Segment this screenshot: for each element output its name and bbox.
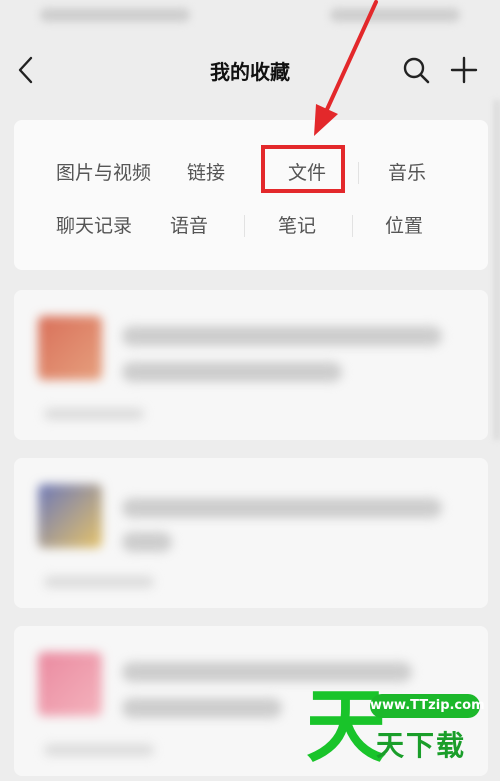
category-links[interactable]: 链接 xyxy=(187,160,225,186)
item-thumbnail xyxy=(38,484,102,548)
category-chat-history[interactable]: 聊天记录 xyxy=(56,213,132,239)
status-bar-right-blur xyxy=(330,8,460,22)
item-text-blur xyxy=(122,326,442,346)
search-icon xyxy=(403,57,430,84)
category-panel xyxy=(14,120,488,270)
item-text-blur xyxy=(122,532,172,552)
item-text-blur xyxy=(122,698,282,718)
watermark-text: 天下载 xyxy=(376,729,467,762)
item-meta-blur xyxy=(44,576,154,588)
item-meta-blur xyxy=(44,408,144,420)
category-notes[interactable]: 笔记 xyxy=(278,213,316,239)
divider xyxy=(352,215,353,237)
favorite-item-blurred[interactable] xyxy=(14,458,488,608)
category-images-videos[interactable]: 图片与视频 xyxy=(56,160,151,186)
watermark-url: www.TTzip.com xyxy=(370,694,485,718)
watermark-logo: 天 www.TTzip.com 天下载 xyxy=(300,682,500,781)
item-thumbnail xyxy=(38,316,102,380)
item-text-blur xyxy=(122,498,442,518)
nav-bar: 我的收藏 xyxy=(0,40,500,100)
favorite-item-blurred[interactable] xyxy=(14,290,488,440)
item-thumbnail xyxy=(38,652,102,716)
item-meta-blur xyxy=(44,744,154,756)
scrollbar[interactable] xyxy=(494,100,500,440)
search-button[interactable] xyxy=(400,54,432,86)
category-voice[interactable]: 语音 xyxy=(170,213,208,239)
divider xyxy=(358,162,359,184)
highlight-box xyxy=(261,145,345,193)
item-text-blur xyxy=(122,662,412,682)
category-music[interactable]: 音乐 xyxy=(388,160,426,186)
status-bar-left-blur xyxy=(40,8,190,22)
item-text-blur xyxy=(122,362,342,382)
status-bar xyxy=(0,0,500,34)
add-button[interactable] xyxy=(448,54,480,86)
category-location[interactable]: 位置 xyxy=(385,213,423,239)
plus-icon xyxy=(450,56,478,84)
divider xyxy=(244,215,245,237)
